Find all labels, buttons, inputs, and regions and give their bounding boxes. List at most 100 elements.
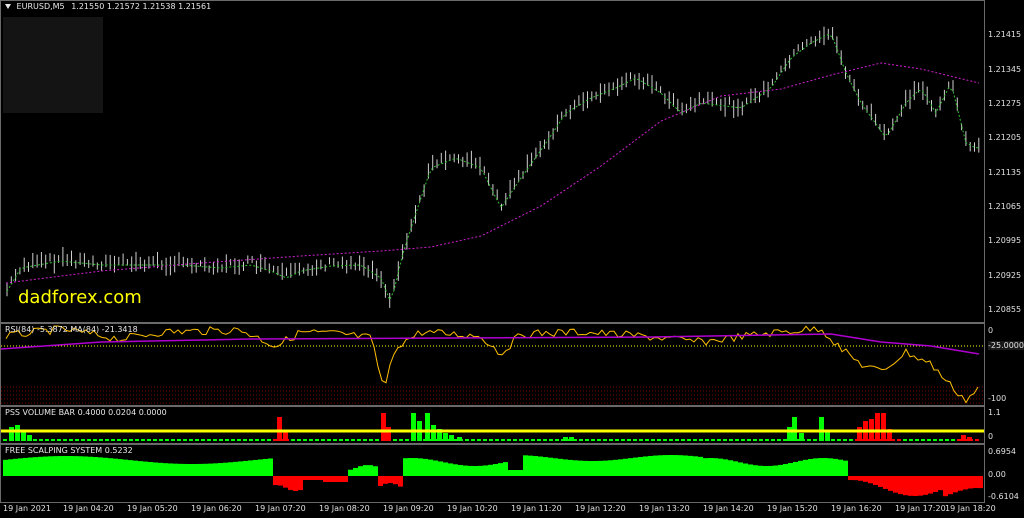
scalping-bar — [43, 456, 48, 476]
volume-bar — [881, 413, 886, 441]
volume-base-bar — [933, 439, 937, 441]
scalping-bar — [423, 458, 428, 476]
scalping-title: FREE SCALPING SYSTEM 0.5232 — [5, 446, 133, 455]
volume-base-bar — [129, 439, 133, 441]
volume-base-bar — [459, 439, 463, 441]
volume-base-bar — [417, 439, 421, 441]
volume-base-bar — [279, 439, 283, 441]
scalping-bar — [298, 476, 303, 491]
scalping-bar — [658, 455, 663, 476]
rsi-pane[interactable]: RSI(84) -5.3872 MA(84) -21.3418 — [0, 323, 985, 406]
time-axis[interactable]: 19 Jan 2021 19 Jan 04:20 19 Jan 05:20 19… — [0, 503, 996, 518]
rsi-chart[interactable] — [1, 324, 984, 405]
volume-bar — [381, 413, 386, 441]
volume-base-bar — [945, 439, 949, 441]
scalping-bar — [683, 455, 688, 476]
scalping-bar — [248, 460, 253, 476]
volume-base-bar — [855, 439, 859, 441]
scalping-bar — [273, 476, 278, 486]
volume-base-bar — [345, 439, 349, 441]
volume-base-bar — [543, 439, 547, 441]
scalping-bar — [198, 463, 203, 476]
rsi-tick: -100 — [988, 394, 1007, 403]
scalping-bar — [753, 465, 758, 476]
price-tick: 1.20925 — [988, 271, 1022, 280]
volume-base-bar — [303, 439, 307, 441]
volume-base-bar — [291, 439, 295, 441]
volume-base-bar — [483, 439, 487, 441]
scalping-bar — [673, 455, 678, 476]
volume-base-bar — [501, 439, 505, 441]
scalping-bar — [823, 458, 828, 476]
volume-base-bar — [69, 439, 73, 441]
price-pane[interactable]: EURUSD,M5 1.21550 1.21572 1.21538 1.2156… — [0, 0, 985, 323]
time-tick: 19 Jan 13:20 — [639, 504, 690, 513]
volume-title: PSS VOLUME BAR 0.4000 0.0204 0.0000 — [5, 408, 167, 417]
scalping-axis[interactable]: 0.6954 0.00 -0.6104 — [985, 444, 1024, 503]
scalping-bar — [793, 461, 798, 476]
volume-base-bar — [147, 439, 151, 441]
volume-base-bar — [369, 439, 373, 441]
scalping-bar — [413, 458, 418, 476]
volume-base-bar — [819, 439, 823, 441]
volume-base-bar — [159, 439, 163, 441]
volume-base-bar — [183, 439, 187, 441]
volume-bar — [431, 425, 436, 441]
scalping-bar — [88, 456, 93, 476]
scalping-bar — [603, 460, 608, 476]
volume-base-bar — [795, 439, 799, 441]
scalping-bar — [953, 476, 958, 493]
scalping-bar — [688, 455, 693, 476]
volume-pane[interactable]: PSS VOLUME BAR 0.4000 0.0204 0.0000 — [0, 406, 985, 444]
volume-base-bar — [285, 439, 289, 441]
scalping-bar — [53, 456, 58, 476]
scalping-pane[interactable]: FREE SCALPING SYSTEM 0.5232 — [0, 444, 985, 503]
scalping-bar — [323, 476, 328, 482]
volume-base-bar — [723, 439, 727, 441]
scalping-bar — [608, 460, 613, 476]
price-chart[interactable] — [1, 1, 984, 322]
volume-base-bar — [309, 439, 313, 441]
scalping-bar — [228, 462, 233, 476]
volume-base-bar — [729, 439, 733, 441]
time-tick: 19 Jan 15:20 — [767, 504, 818, 513]
scalping-bar — [773, 465, 778, 476]
scalping-bar — [93, 457, 98, 476]
scalping-bar — [133, 460, 138, 476]
volume-axis[interactable]: 1.1 0 — [985, 406, 1024, 444]
volume-base-bar — [651, 439, 655, 441]
rsi-axis[interactable]: 0 -25.0000 -100 — [985, 323, 1024, 406]
scalping-bar — [588, 460, 593, 476]
volume-base-bar — [783, 439, 787, 441]
volume-bar — [9, 427, 14, 441]
scalping-chart[interactable] — [1, 445, 984, 502]
scalping-bar — [343, 476, 348, 482]
volume-base-bar — [45, 439, 49, 441]
volume-base-bar — [591, 439, 595, 441]
scalping-bar — [863, 476, 868, 482]
time-tick: 19 Jan 04:20 — [63, 504, 114, 513]
volume-base-bar — [789, 439, 793, 441]
volume-base-bar — [231, 439, 235, 441]
triangle-down-icon[interactable] — [5, 4, 11, 9]
price-tick: 1.20995 — [988, 236, 1022, 245]
scalping-bar — [18, 458, 23, 476]
volume-base-bar — [141, 439, 145, 441]
volume-base-bar — [675, 439, 679, 441]
time-tick: 19 Jan 07:20 — [255, 504, 306, 513]
scalping-bar — [523, 455, 528, 476]
scalping-bar — [668, 455, 673, 476]
price-axis[interactable]: 1.21415 1.21345 1.21275 1.21205 1.21135 … — [985, 0, 1024, 323]
scalping-bar — [8, 459, 13, 476]
volume-base-bar — [165, 439, 169, 441]
volume-base-bar — [927, 439, 931, 441]
scalping-bar — [38, 456, 43, 476]
scalping-bar — [968, 476, 973, 489]
scalping-tick: 0.6954 — [988, 447, 1016, 456]
scalping-bar — [253, 459, 258, 476]
volume-base-bar — [363, 439, 367, 441]
volume-base-bar — [399, 439, 403, 441]
scalping-bar — [558, 458, 563, 476]
ohlc-values: 1.21550 1.21572 1.21538 1.21561 — [71, 2, 212, 11]
volume-base-bar — [879, 439, 883, 441]
